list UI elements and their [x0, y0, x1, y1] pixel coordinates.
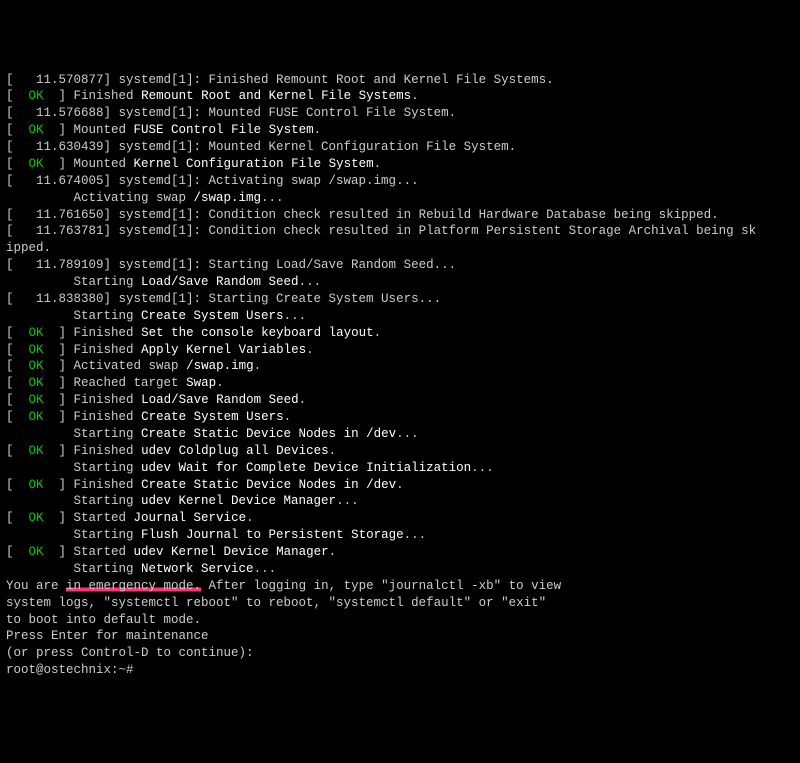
- boot-log-line: [ 11.674005] systemd[1]: Activating swap…: [6, 174, 419, 188]
- ok-status: OK: [29, 393, 44, 407]
- shell-prompt[interactable]: root@ostechnix:~#: [6, 663, 134, 677]
- maintenance-prompt: Press Enter for maintenance: [6, 629, 209, 643]
- ok-status: OK: [29, 123, 44, 137]
- status-line: [ OK ] Finished udev Coldplug all Device…: [6, 444, 336, 458]
- status-line: [ OK ] Started Journal Service.: [6, 511, 254, 525]
- terminal-output[interactable]: [ 11.570877] systemd[1]: Finished Remoun…: [6, 72, 794, 680]
- status-line: [ OK ] Finished Create System Users.: [6, 410, 291, 424]
- maintenance-prompt: (or press Control-D to continue):: [6, 646, 254, 660]
- ok-status: OK: [29, 359, 44, 373]
- status-line: [ OK ] Started udev Kernel Device Manage…: [6, 545, 336, 559]
- status-line: Starting Network Service...: [6, 562, 276, 576]
- ok-status: OK: [29, 376, 44, 390]
- ok-status: OK: [29, 157, 44, 171]
- emergency-message: system logs, "systemctl reboot" to reboo…: [6, 596, 546, 610]
- ok-status: OK: [29, 410, 44, 424]
- boot-log-line: [ 11.789109] systemd[1]: Starting Load/S…: [6, 258, 456, 272]
- boot-log-line: [ 11.761650] systemd[1]: Condition check…: [6, 208, 719, 222]
- status-line: [ OK ] Mounted Kernel Configuration File…: [6, 157, 381, 171]
- status-line: Starting Flush Journal to Persistent Sto…: [6, 528, 426, 542]
- ok-status: OK: [29, 511, 44, 525]
- emergency-message: to boot into default mode.: [6, 613, 201, 627]
- ok-status: OK: [29, 343, 44, 357]
- boot-log-line: [ 11.570877] systemd[1]: Finished Remoun…: [6, 73, 554, 87]
- boot-log-line: [ 11.763781] systemd[1]: Condition check…: [6, 224, 756, 238]
- ok-status: OK: [29, 478, 44, 492]
- boot-log-line: [ 11.630439] systemd[1]: Mounted Kernel …: [6, 140, 516, 154]
- ok-status: OK: [29, 444, 44, 458]
- status-line: Starting Create Static Device Nodes in /…: [6, 427, 419, 441]
- status-line: [ OK ] Finished Remount Root and Kernel …: [6, 89, 419, 103]
- status-line: [ OK ] Finished Create Static Device Nod…: [6, 478, 404, 492]
- status-line: Starting Load/Save Random Seed...: [6, 275, 321, 289]
- status-line: [ OK ] Finished Load/Save Random Seed.: [6, 393, 306, 407]
- boot-log-line: [ 11.838380] systemd[1]: Starting Create…: [6, 292, 441, 306]
- status-line: [ OK ] Reached target Swap.: [6, 376, 224, 390]
- boot-log-line: ipped.: [6, 241, 51, 255]
- status-line: [ OK ] Finished Set the console keyboard…: [6, 326, 381, 340]
- ok-status: OK: [29, 545, 44, 559]
- status-line: [ OK ] Finished Apply Kernel Variables.: [6, 343, 314, 357]
- status-line: [ OK ] Activated swap /swap.img.: [6, 359, 261, 373]
- status-line: Starting Create System Users...: [6, 309, 306, 323]
- ok-status: OK: [29, 89, 44, 103]
- boot-log-line: [ 11.576688] systemd[1]: Mounted FUSE Co…: [6, 106, 456, 120]
- status-line: Starting udev Kernel Device Manager...: [6, 494, 359, 508]
- status-line: Starting udev Wait for Complete Device I…: [6, 461, 494, 475]
- ok-status: OK: [29, 326, 44, 340]
- status-line: Activating swap /swap.img...: [6, 191, 284, 205]
- status-line: [ OK ] Mounted FUSE Control File System.: [6, 123, 321, 137]
